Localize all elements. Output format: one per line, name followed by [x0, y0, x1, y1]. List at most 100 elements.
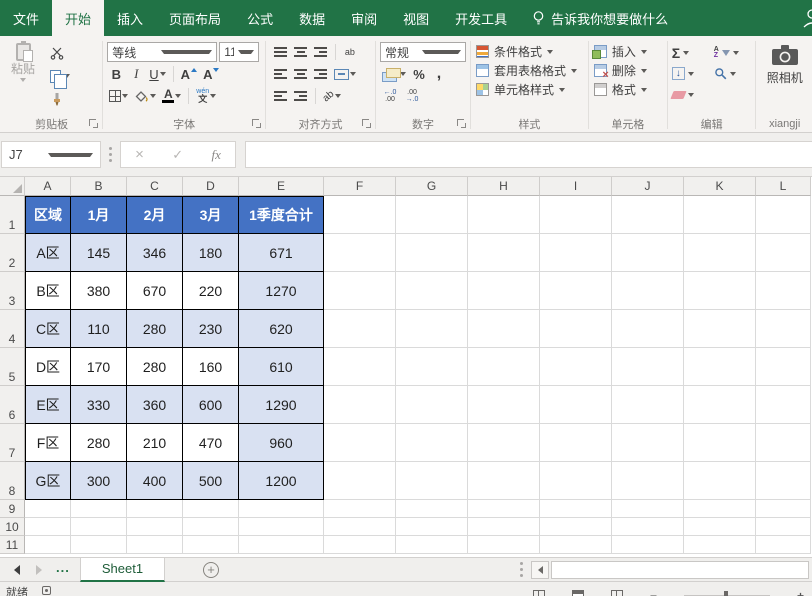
cell-L4[interactable]: [756, 310, 811, 348]
cell-K6[interactable]: [684, 386, 756, 424]
add-sheet-button[interactable]: +: [203, 562, 219, 578]
cell-J5[interactable]: [612, 348, 684, 386]
cell-C5[interactable]: 280: [127, 348, 183, 386]
cell-D2[interactable]: 180: [183, 234, 239, 272]
cell-J7[interactable]: [612, 424, 684, 462]
increase-decimal-button[interactable]: ←.0.00: [380, 89, 400, 103]
number-format-combo[interactable]: 常规: [380, 42, 466, 62]
cell-E6[interactable]: 1290: [239, 386, 324, 424]
cell-A2[interactable]: A区: [25, 234, 71, 272]
row-header-5[interactable]: 5: [0, 348, 25, 386]
cell-F2[interactable]: [324, 234, 396, 272]
cell-A1[interactable]: 区域: [25, 196, 71, 234]
column-header-B[interactable]: B: [71, 177, 127, 196]
cell-D9[interactable]: [183, 500, 239, 518]
account-button[interactable]: [800, 0, 812, 36]
cell-F8[interactable]: [324, 462, 396, 500]
cell-F4[interactable]: [324, 310, 396, 348]
wrap-text-button[interactable]: ab: [341, 42, 359, 62]
cell-E8[interactable]: 1200: [239, 462, 324, 500]
cell-I8[interactable]: [540, 462, 612, 500]
row-header-7[interactable]: 7: [0, 424, 25, 462]
align-middle-button[interactable]: [292, 42, 310, 62]
decrease-indent-button[interactable]: [272, 86, 290, 106]
row-header-4[interactable]: 4: [0, 310, 25, 348]
cell-I1[interactable]: [540, 196, 612, 234]
merge-center-button[interactable]: [332, 64, 358, 84]
sheet-nav-right-icon[interactable]: [36, 565, 42, 575]
hscroll-left-button[interactable]: [531, 561, 549, 579]
cell-C4[interactable]: 280: [127, 310, 183, 348]
cell-L5[interactable]: [756, 348, 811, 386]
paste-button[interactable]: 粘贴: [2, 40, 44, 82]
cell-A5[interactable]: D区: [25, 348, 71, 386]
align-top-button[interactable]: [272, 42, 290, 62]
cell-J10[interactable]: [612, 518, 684, 536]
cell-E5[interactable]: 610: [239, 348, 324, 386]
cell-F6[interactable]: [324, 386, 396, 424]
camera-button[interactable]: 照相机: [761, 40, 809, 86]
cell-A9[interactable]: [25, 500, 71, 518]
cell-I5[interactable]: [540, 348, 612, 386]
page-layout-view-icon[interactable]: [572, 590, 584, 596]
fill-color-button[interactable]: [132, 86, 158, 106]
cell-E2[interactable]: 671: [239, 234, 324, 272]
cell-E4[interactable]: 620: [239, 310, 324, 348]
autosum-button[interactable]: Σ: [669, 46, 711, 60]
cell-C10[interactable]: [127, 518, 183, 536]
decrease-decimal-button[interactable]: .00→.0: [402, 89, 422, 103]
cell-E10[interactable]: [239, 518, 324, 536]
cell-J9[interactable]: [612, 500, 684, 518]
align-bottom-button[interactable]: [312, 42, 330, 62]
cell-B9[interactable]: [71, 500, 127, 518]
cell-C2[interactable]: 346: [127, 234, 183, 272]
column-header-E[interactable]: E: [239, 177, 324, 196]
italic-button[interactable]: I: [127, 64, 145, 84]
sheet-tab-overflow[interactable]: ...: [56, 560, 70, 575]
number-dialog-launcher[interactable]: [457, 119, 466, 128]
insert-cells-button[interactable]: 插入: [590, 42, 666, 61]
cell-D3[interactable]: 220: [183, 272, 239, 310]
cell-E9[interactable]: [239, 500, 324, 518]
zoom-out-button[interactable]: −: [650, 589, 657, 596]
cell-L7[interactable]: [756, 424, 811, 462]
cell-B6[interactable]: 330: [71, 386, 127, 424]
cell-F10[interactable]: [324, 518, 396, 536]
font-name-combo[interactable]: 等线: [107, 42, 217, 62]
cell-I11[interactable]: [540, 536, 612, 554]
cell-L11[interactable]: [756, 536, 811, 554]
cell-B3[interactable]: 380: [71, 272, 127, 310]
cell-K8[interactable]: [684, 462, 756, 500]
cell-A6[interactable]: E区: [25, 386, 71, 424]
column-header-D[interactable]: D: [183, 177, 239, 196]
sheet-nav-left-icon[interactable]: [14, 565, 20, 575]
menu-tab-1[interactable]: 开始: [52, 0, 104, 36]
tell-me-box[interactable]: 告诉我你想要做什么: [520, 0, 680, 36]
cell-H4[interactable]: [468, 310, 540, 348]
delete-cells-button[interactable]: 删除: [590, 61, 666, 80]
cell-H1[interactable]: [468, 196, 540, 234]
menu-tab-5[interactable]: 数据: [286, 0, 338, 36]
cell-I6[interactable]: [540, 386, 612, 424]
cell-B8[interactable]: 300: [71, 462, 127, 500]
menu-tab-6[interactable]: 审阅: [338, 0, 390, 36]
cell-B1[interactable]: 1月: [71, 196, 127, 234]
cell-H2[interactable]: [468, 234, 540, 272]
cell-K7[interactable]: [684, 424, 756, 462]
row-header-1[interactable]: 1: [0, 196, 25, 234]
font-color-button[interactable]: A: [160, 86, 183, 106]
cell-H9[interactable]: [468, 500, 540, 518]
cell-B7[interactable]: 280: [71, 424, 127, 462]
cell-A3[interactable]: B区: [25, 272, 71, 310]
cell-G7[interactable]: [396, 424, 468, 462]
cell-B5[interactable]: 170: [71, 348, 127, 386]
cell-J4[interactable]: [612, 310, 684, 348]
increase-indent-button[interactable]: [292, 86, 310, 106]
cell-F11[interactable]: [324, 536, 396, 554]
menu-tab-2[interactable]: 插入: [104, 0, 156, 36]
column-header-I[interactable]: I: [540, 177, 612, 196]
format-painter-button[interactable]: [48, 89, 72, 109]
find-select-button[interactable]: [711, 67, 753, 80]
cell-styles-button[interactable]: 单元格样式: [472, 80, 587, 99]
cell-A8[interactable]: G区: [25, 462, 71, 500]
